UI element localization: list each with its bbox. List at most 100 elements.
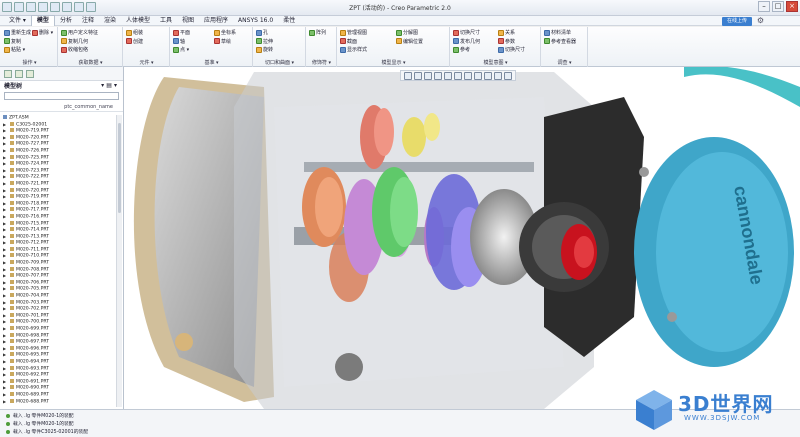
expand-arrow-icon[interactable]: ▶: [3, 194, 6, 201]
tree-item[interactable]: ▶ M020-705.PRT: [0, 286, 116, 293]
expand-arrow-icon[interactable]: ▶: [3, 399, 6, 406]
tree-item[interactable]: ▶ M020-692.PRT: [0, 372, 116, 379]
view-manager-icon[interactable]: [464, 72, 472, 80]
model-tree-tab-icon[interactable]: [4, 69, 12, 78]
tree-item[interactable]: ▶ M020-712.PRT: [0, 240, 116, 247]
ribbon-button[interactable]: 截面: [340, 38, 357, 45]
ribbon-button[interactable]: 收缩包络: [61, 46, 88, 53]
tree-item[interactable]: ▶ M020-707.PRT: [0, 273, 116, 280]
ribbon-button[interactable]: 参考查看器: [544, 38, 576, 45]
tree-item[interactable]: ▶ M020-716.PRT: [0, 213, 116, 221]
menu-tab[interactable]: 注释: [77, 16, 99, 26]
expand-arrow-icon[interactable]: ▶: [3, 168, 6, 175]
tree-item[interactable]: ▶ M020-726.PRT: [0, 147, 116, 155]
zoom-in-icon[interactable]: [414, 72, 422, 80]
expand-arrow-icon[interactable]: ▶: [3, 306, 6, 313]
tree-item[interactable]: ▶ M020-693.PRT: [0, 365, 116, 373]
expand-arrow-icon[interactable]: ▶: [3, 128, 6, 135]
tree-item[interactable]: ▶ M020-708.PRT: [0, 266, 116, 274]
saved-views-icon[interactable]: [454, 72, 462, 80]
ribbon-button[interactable]: 关系: [498, 29, 515, 36]
annotation-display-icon[interactable]: [484, 72, 492, 80]
ribbon-group-label[interactable]: 模型显示 ▾: [338, 59, 449, 66]
expand-arrow-icon[interactable]: ▶: [3, 280, 6, 287]
ribbon-button[interactable]: 管理视图: [340, 29, 367, 36]
expand-arrow-icon[interactable]: ▶: [3, 201, 6, 208]
settings-gear-icon[interactable]: ⚙: [757, 16, 764, 25]
expand-arrow-icon[interactable]: ▶: [3, 161, 6, 168]
menu-tab[interactable]: ANSYS 16.0: [233, 16, 278, 26]
ribbon-button[interactable]: 材料清单: [544, 29, 571, 36]
close-icon[interactable]: ×: [786, 1, 798, 12]
expand-arrow-icon[interactable]: ▶: [3, 214, 6, 221]
expand-arrow-icon[interactable]: ▶: [3, 221, 6, 228]
ribbon-group-label[interactable]: 调查 ▾: [542, 59, 587, 66]
expand-arrow-icon[interactable]: ▶: [3, 346, 6, 353]
tree-item[interactable]: ▶ M020-697.PRT: [0, 339, 116, 346]
login-button[interactable]: 在线上传: [722, 17, 752, 26]
ribbon-group-label[interactable]: 模型意图 ▾: [451, 59, 540, 66]
tree-item[interactable]: ▶ M020-689.PRT: [0, 391, 116, 399]
refit-icon[interactable]: [404, 72, 412, 80]
expand-arrow-icon[interactable]: ▶: [3, 253, 6, 260]
menu-tab[interactable]: 模型: [30, 15, 55, 26]
tree-item[interactable]: ▶ M020-709.PRT: [0, 260, 116, 267]
display-style-icon[interactable]: [444, 72, 452, 80]
ribbon-button[interactable]: 发布几何: [453, 38, 480, 45]
expand-arrow-icon[interactable]: ▶: [3, 174, 6, 181]
ribbon-group-label[interactable]: 获取数据 ▾: [59, 59, 122, 66]
expand-arrow-icon[interactable]: ▶: [3, 207, 6, 214]
ribbon-button[interactable]: 孔: [256, 29, 268, 36]
tree-item[interactable]: ▶ M020-717.PRT: [0, 207, 116, 214]
favorites-icon[interactable]: [26, 69, 34, 78]
tree-item[interactable]: ▶ M020-723.PRT: [0, 167, 116, 175]
ribbon-button[interactable]: 草绘: [214, 38, 231, 45]
ribbon-button[interactable]: 参考: [453, 46, 470, 53]
expand-arrow-icon[interactable]: ▶: [3, 333, 6, 340]
menu-tab[interactable]: 视图: [177, 16, 199, 26]
menu-tab[interactable]: 分析: [55, 16, 77, 26]
ribbon-button[interactable]: 复制几何: [61, 38, 88, 45]
tree-item[interactable]: ▶ M020-696.PRT: [0, 345, 116, 353]
ribbon-button[interactable]: 旋转: [256, 46, 273, 53]
ribbon-group-label[interactable]: 操作 ▾: [2, 59, 57, 66]
ribbon-button[interactable]: 删除 ▾: [32, 29, 53, 36]
ribbon-group-label[interactable]: 元件 ▾: [124, 59, 169, 66]
minimize-icon[interactable]: –: [758, 1, 770, 12]
tree-item[interactable]: ▶ M020-711.PRT: [0, 246, 116, 254]
tree-item[interactable]: ▶ M020-720.PRT: [0, 134, 116, 142]
tree-item[interactable]: ▶ C3025-02001: [0, 121, 116, 129]
tree-item[interactable]: ▶ M020-713.PRT: [0, 233, 116, 241]
section-view-icon[interactable]: [504, 72, 512, 80]
expand-arrow-icon[interactable]: ▶: [3, 267, 6, 274]
tree-item[interactable]: ▶ M020-706.PRT: [0, 279, 116, 287]
expand-arrow-icon[interactable]: ▶: [3, 372, 6, 379]
tree-root-assembly[interactable]: ZPT.ASM: [0, 115, 116, 122]
expand-arrow-icon[interactable]: ▶: [3, 273, 6, 280]
ribbon-button[interactable]: 分解图: [396, 29, 418, 36]
tree-item[interactable]: ▶ M020-699.PRT: [0, 326, 116, 333]
ribbon-button[interactable]: 平面: [173, 29, 190, 36]
ribbon-button[interactable]: 阵列: [309, 29, 326, 36]
ribbon-button[interactable]: 切换尺寸: [498, 46, 525, 53]
menu-tab[interactable]: 应用程序: [199, 16, 233, 26]
tree-item[interactable]: ▶ M020-727.PRT: [0, 141, 116, 148]
maximize-icon[interactable]: □: [772, 1, 784, 12]
tree-item[interactable]: ▶ M020-718.PRT: [0, 200, 116, 208]
expand-arrow-icon[interactable]: ▶: [3, 379, 6, 386]
expand-arrow-icon[interactable]: ▶: [3, 300, 6, 307]
expand-arrow-icon[interactable]: ▶: [3, 286, 6, 293]
menu-tab[interactable]: 文件 ▾: [4, 16, 31, 26]
ribbon-button[interactable]: 点 ▾: [173, 46, 189, 53]
expand-arrow-icon[interactable]: ▶: [3, 385, 6, 392]
expand-arrow-icon[interactable]: ▶: [3, 188, 6, 195]
ribbon-button[interactable]: 粘贴 ▾: [4, 46, 25, 53]
tree-item[interactable]: ▶ M020-698.PRT: [0, 332, 116, 340]
ribbon-group-label[interactable]: 切口和曲面 ▾: [254, 59, 305, 66]
tree-item[interactable]: ▶ M020-722.PRT: [0, 174, 116, 181]
ribbon-button[interactable]: 组装: [126, 29, 143, 36]
tree-scrollbar[interactable]: [116, 115, 122, 407]
ribbon-button[interactable]: 坐标系: [214, 29, 236, 36]
tree-column-header[interactable]: ptc_common_name: [0, 102, 123, 112]
expand-arrow-icon[interactable]: ▶: [3, 326, 6, 333]
